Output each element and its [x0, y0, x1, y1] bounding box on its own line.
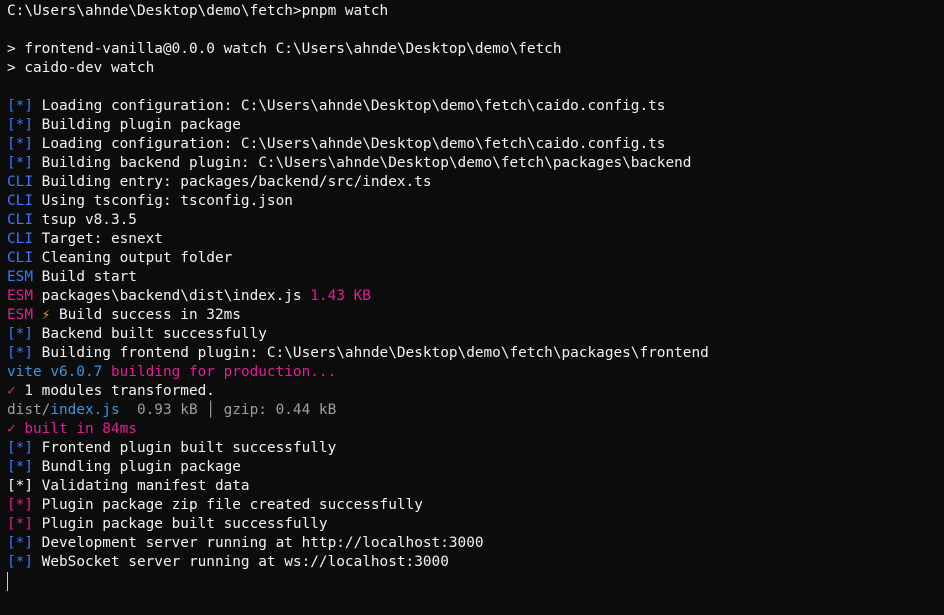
terminal-text: [*]: [7, 478, 33, 494]
terminal-line: CLI tsup v8.3.5: [7, 211, 944, 230]
terminal-text: 1.43 KB: [310, 288, 371, 304]
terminal-line: ESM ⚡ Build success in 32ms: [7, 306, 944, 325]
terminal-text: [*]: [7, 459, 33, 475]
terminal-line: [*] Plugin package built successfully: [7, 515, 944, 534]
terminal-line: [*] Building plugin package: [7, 116, 944, 135]
terminal-output: C:\Users\ahnde\Desktop\demo\fetch>pnpm w…: [7, 2, 944, 591]
terminal-text: vite v6.0.7: [7, 364, 103, 380]
terminal-text: CLI: [7, 231, 33, 247]
terminal-line: CLI Using tsconfig: tsconfig.json: [7, 192, 944, 211]
terminal-text: ESM: [7, 288, 33, 304]
terminal-line: [7, 572, 944, 591]
terminal-text: WebSocket server running at ws://localho…: [33, 554, 449, 570]
terminal-text: ESM: [7, 269, 33, 285]
terminal-text: > frontend-vanilla@0.0.0 watch C:\Users\…: [7, 41, 562, 57]
terminal-line: [*] Bundling plugin package: [7, 458, 944, 477]
terminal-text: building for production...: [110, 364, 337, 380]
terminal-text: Build success in 32ms: [50, 307, 241, 323]
terminal-text: Build start: [33, 269, 137, 285]
terminal-text: Backend built successfully: [33, 326, 267, 342]
terminal-line: dist/index.js 0.93 kB │ gzip: 0.44 kB: [7, 401, 944, 420]
terminal-text: Development server running at http://loc…: [33, 535, 484, 551]
terminal-text: Cleaning output folder: [33, 250, 233, 266]
terminal-text: tsup v8.3.5: [33, 212, 137, 228]
terminal-line: [*] Backend built successfully: [7, 325, 944, 344]
checkmark-icon: ✓: [7, 383, 16, 399]
terminal-text: [*]: [7, 497, 33, 513]
terminal-text: Bundling plugin package: [33, 459, 241, 475]
terminal-text: C:\Users\ahnde\Desktop\demo\fetch>pnpm w…: [7, 3, 389, 19]
terminal-line: [*] Loading configuration: C:\Users\ahnd…: [7, 97, 944, 116]
terminal-text: index.js: [50, 402, 120, 418]
terminal-text: CLI: [7, 212, 33, 228]
terminal-line: C:\Users\ahnde\Desktop\demo\fetch>pnpm w…: [7, 2, 944, 21]
terminal-text: [*]: [7, 554, 33, 570]
terminal-text: 1 modules transformed.: [15, 383, 215, 399]
terminal-line: [*] WebSocket server running at ws://loc…: [7, 553, 944, 572]
terminal-line: > caido-dev watch: [7, 59, 944, 78]
terminal-text: [*]: [7, 345, 33, 361]
terminal-line: ESM packages\backend\dist\index.js 1.43 …: [7, 287, 944, 306]
terminal-text: dist/: [7, 402, 51, 418]
terminal-text: Loading configuration: C:\Users\ahnde\De…: [33, 136, 666, 152]
text-cursor: [7, 572, 8, 591]
terminal-text: Frontend plugin built successfully: [33, 440, 337, 456]
terminal-text: Building frontend plugin: C:\Users\ahnde…: [33, 345, 709, 361]
terminal-text: built in 84ms: [15, 421, 137, 437]
terminal-text: Building entry: packages/backend/src/ind…: [33, 174, 432, 190]
terminal-text: Plugin package zip file created successf…: [33, 497, 423, 513]
terminal-text: Target: esnext: [33, 231, 163, 247]
terminal-text: [*]: [7, 326, 33, 342]
terminal-text: [*]: [7, 516, 33, 532]
terminal-text: [*]: [7, 440, 33, 456]
terminal-line: CLI Target: esnext: [7, 230, 944, 249]
terminal-window[interactable]: C:\Users\ahnde\Desktop\demo\fetch>pnpm w…: [0, 0, 944, 615]
terminal-text: > caido-dev watch: [7, 60, 155, 76]
terminal-line: CLI Cleaning output folder: [7, 249, 944, 268]
terminal-text: [*]: [7, 98, 33, 114]
terminal-line: CLI Building entry: packages/backend/src…: [7, 173, 944, 192]
terminal-line: [*] Plugin package zip file created succ…: [7, 496, 944, 515]
terminal-text: ESM: [7, 307, 33, 323]
terminal-text: [*]: [7, 117, 33, 133]
terminal-text: packages\backend\dist\index.js: [33, 288, 311, 304]
terminal-line: vite v6.0.7 building for production...: [7, 363, 944, 382]
terminal-line: [*] Loading configuration: C:\Users\ahnd…: [7, 135, 944, 154]
terminal-line: [*] Building backend plugin: C:\Users\ah…: [7, 154, 944, 173]
terminal-text: Loading configuration: C:\Users\ahnde\De…: [33, 98, 666, 114]
terminal-line: ✓ built in 84ms: [7, 420, 944, 439]
terminal-line: [*] Building frontend plugin: C:\Users\a…: [7, 344, 944, 363]
terminal-line: [*] Development server running at http:/…: [7, 534, 944, 553]
terminal-text: CLI: [7, 193, 33, 209]
terminal-text: Using tsconfig: tsconfig.json: [33, 193, 293, 209]
terminal-line: [*] Validating manifest data: [7, 477, 944, 496]
terminal-text: [*]: [7, 535, 33, 551]
terminal-line: [*] Frontend plugin built successfully: [7, 439, 944, 458]
terminal-text: CLI: [7, 250, 33, 266]
terminal-line: > frontend-vanilla@0.0.0 watch C:\Users\…: [7, 40, 944, 59]
terminal-line: ✓ 1 modules transformed.: [7, 382, 944, 401]
terminal-text: Building backend plugin: C:\Users\ahnde\…: [33, 155, 692, 171]
terminal-text: Building plugin package: [33, 117, 241, 133]
terminal-text: [*]: [7, 155, 33, 171]
terminal-text: CLI: [7, 174, 33, 190]
terminal-text: Validating manifest data: [33, 478, 250, 494]
terminal-text: Plugin package built successfully: [33, 516, 328, 532]
terminal-line: ESM Build start: [7, 268, 944, 287]
terminal-text: [*]: [7, 136, 33, 152]
checkmark-icon: ✓: [7, 421, 16, 437]
terminal-text: 0.93 kB │ gzip: 0.44 kB: [119, 402, 337, 418]
